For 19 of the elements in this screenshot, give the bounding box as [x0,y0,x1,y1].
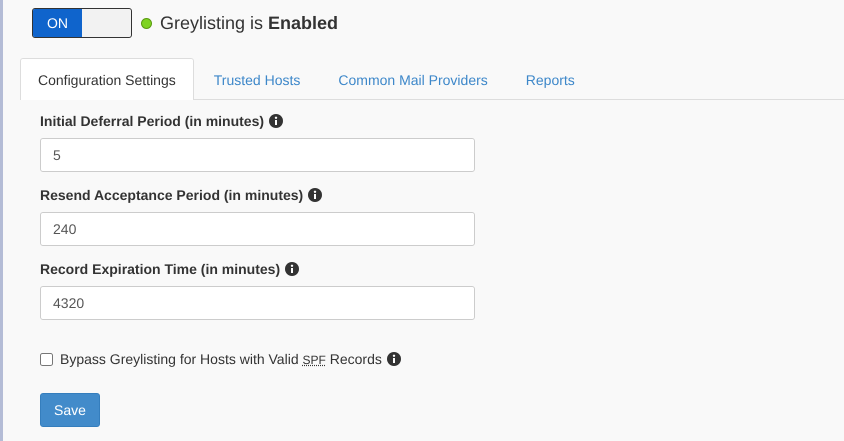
status-text: Greylisting is Enabled [160,12,338,34]
info-icon[interactable] [269,114,284,128]
save-button[interactable]: Save [40,393,100,427]
input-field[interactable]: 4320 [40,286,475,320]
input-field[interactable]: 240 [40,212,475,246]
tab[interactable]: Configuration Settings [20,58,194,100]
field-label: Record Expiration Time (in minutes) [40,261,280,277]
tab[interactable]: Trusted Hosts [196,58,318,100]
field-label: Resend Acceptance Period (in minutes) [40,187,304,203]
input-field[interactable]: 5 [40,138,475,172]
info-icon[interactable] [386,352,401,366]
info-icon[interactable] [308,188,322,202]
on-off-toggle[interactable]: ON [32,8,132,38]
checkbox[interactable] [40,352,53,366]
info-icon[interactable] [285,262,300,276]
field-label: Initial Deferral Period (in minutes) [40,113,264,129]
tab[interactable]: Reports [508,58,593,100]
tab[interactable]: Common Mail Providers [320,58,506,100]
checkbox-label: Bypass Greylisting for Hosts with Valid SPF Records [60,351,382,367]
